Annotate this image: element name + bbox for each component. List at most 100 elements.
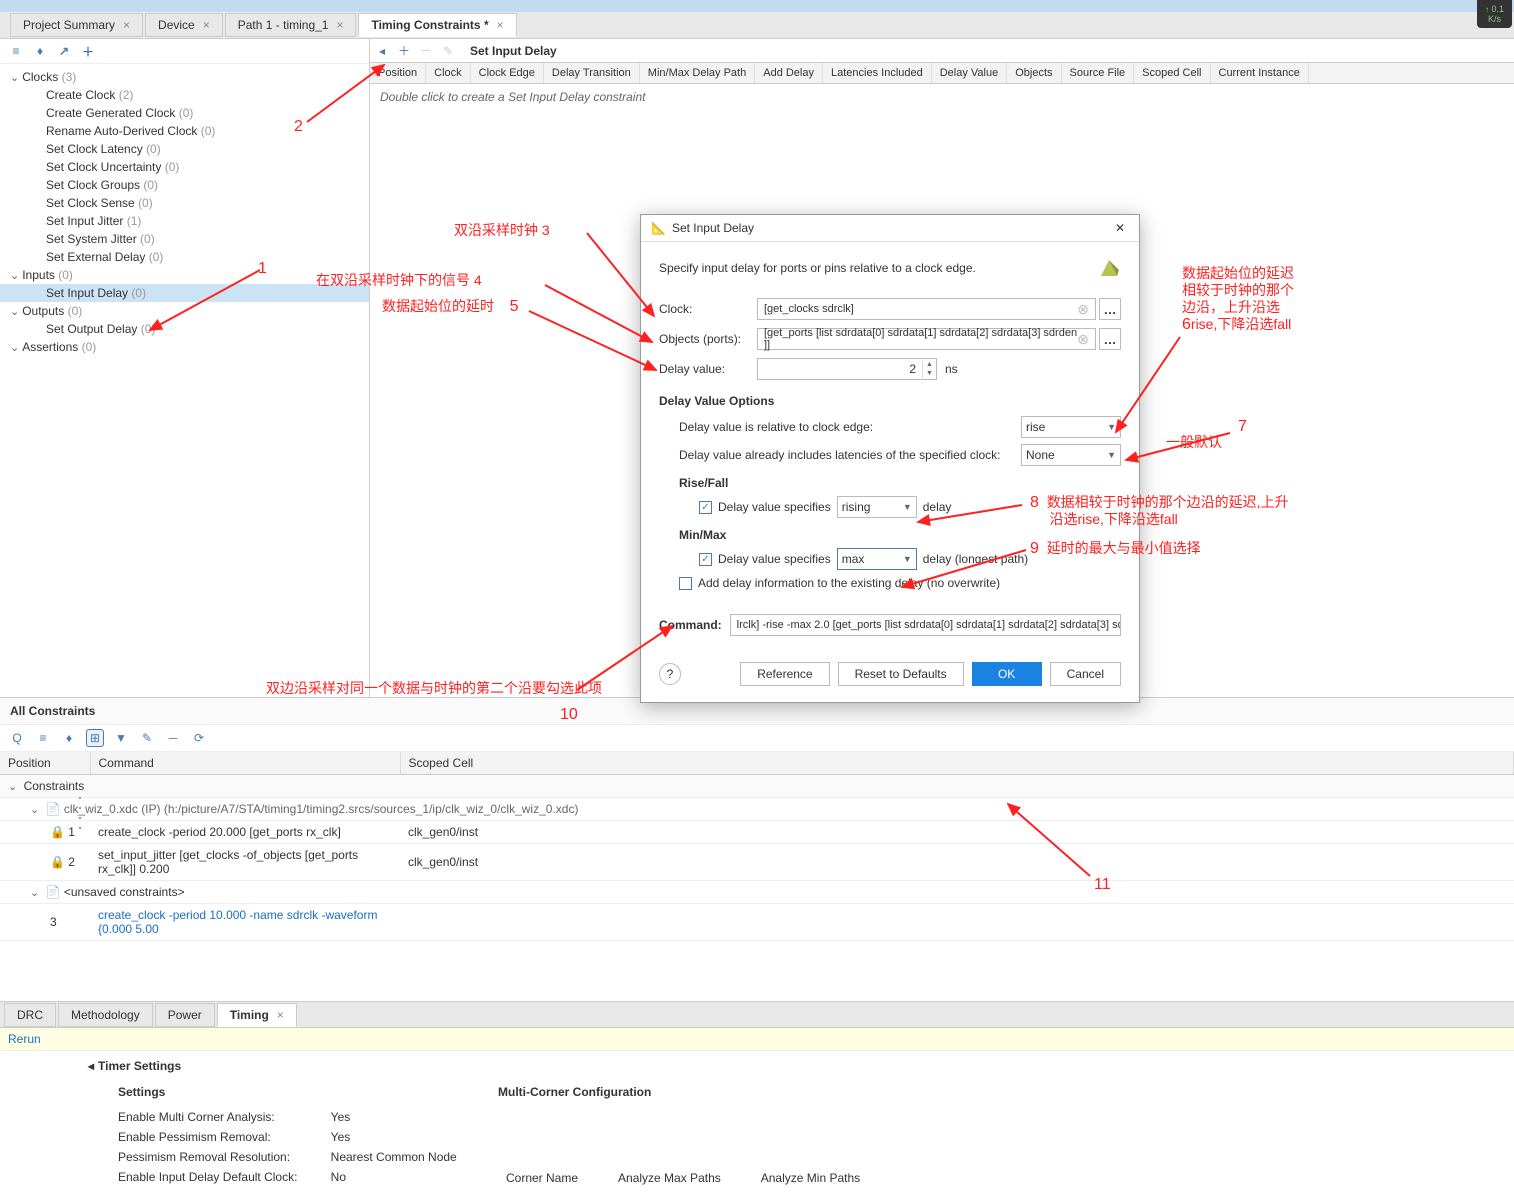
col-delay-val[interactable]: Delay Value <box>932 63 1008 83</box>
filter-icon[interactable]: ▼ <box>112 729 130 747</box>
clear-icon[interactable]: ⊗ <box>1077 331 1089 348</box>
tree-item-rename-auto[interactable]: Rename Auto-Derived Clock (0) <box>0 122 369 140</box>
reset-button[interactable]: Reset to Defaults <box>838 662 964 686</box>
tree-item-set-output-delay[interactable]: Set Output Delay (0) <box>0 320 369 338</box>
close-icon[interactable]: × <box>203 18 210 32</box>
search-icon[interactable]: Q <box>8 729 26 747</box>
col-add-delay[interactable]: Add Delay <box>755 63 823 83</box>
col-clock-edge[interactable]: Clock Edge <box>471 63 544 83</box>
col-minmax[interactable]: Min/Max Delay Path <box>640 63 755 83</box>
tree-group-clocks[interactable]: ⌄Clocks (3) <box>0 68 369 86</box>
tab-project-summary[interactable]: Project Summary× <box>10 13 143 37</box>
tree-item-set-input-delay[interactable]: Set Input Delay (0) <box>0 284 369 302</box>
mcc-col: Analyze Min Paths <box>761 1171 860 1185</box>
tab-drc[interactable]: DRC <box>4 1003 56 1027</box>
tree-item-set-ext-delay[interactable]: Set External Delay (0) <box>0 248 369 266</box>
col-objects[interactable]: Objects <box>1007 63 1061 83</box>
close-icon[interactable]: × <box>123 18 130 32</box>
rise-fall-select[interactable]: rising▼ <box>837 496 917 518</box>
tree-group-inputs[interactable]: ⌄Inputs (0) <box>0 266 369 284</box>
tree-toolbar: ≡ ♦ ↗ ＋ <box>0 39 369 64</box>
browse-button[interactable]: … <box>1099 298 1121 320</box>
spinner[interactable]: ▲▼ <box>922 360 936 378</box>
arrow-left-icon[interactable]: ◂ <box>374 44 390 58</box>
tree-item-create-gen-clock[interactable]: Create Generated Clock (0) <box>0 104 369 122</box>
grid-placeholder[interactable]: Double click to create a Set Input Delay… <box>370 84 1514 110</box>
tree-item-set-uncertainty[interactable]: Set Clock Uncertainty (0) <box>0 158 369 176</box>
add-constraint-icon[interactable]: ＋ <box>396 42 412 59</box>
browse-button[interactable]: … <box>1099 328 1121 350</box>
pin-icon[interactable]: ↗ <box>56 43 72 59</box>
tree-group-assertions[interactable]: ⌄Assertions (0) <box>0 338 369 356</box>
group-icon[interactable]: ⊞ <box>86 729 104 747</box>
tab-methodology[interactable]: Methodology <box>58 1003 153 1027</box>
clock-edge-select[interactable]: rise▼ <box>1021 416 1121 438</box>
col-current-instance[interactable]: Current Instance <box>1211 63 1309 83</box>
col-scoped[interactable]: Scoped Cell <box>400 752 1514 775</box>
timer-settings-panel: ◂Timer Settings Settings Enable Multi Co… <box>0 1051 1514 1199</box>
col-position[interactable]: Position <box>0 752 90 775</box>
close-icon[interactable]: × <box>497 18 504 32</box>
expand-all-icon[interactable]: ♦ <box>32 43 48 59</box>
constraint-tree[interactable]: ⌄Clocks (3) Create Clock (2) Create Gene… <box>0 64 369 697</box>
col-command[interactable]: Command <box>90 752 400 775</box>
latencies-select[interactable]: None▼ <box>1021 444 1121 466</box>
min-max-title: Min/Max <box>679 528 1121 542</box>
tree-item-set-groups[interactable]: Set Clock Groups (0) <box>0 176 369 194</box>
table-row[interactable]: ⌄ 📄 clk_wiz_0.xdc (IP) (h:/picture/A7/ST… <box>0 798 1514 821</box>
col-delay-trans[interactable]: Delay Transition <box>544 63 640 83</box>
col-clock[interactable]: Clock <box>426 63 471 83</box>
tree-item-set-latency[interactable]: Set Clock Latency (0) <box>0 140 369 158</box>
table-row[interactable]: 🔒 1 create_clock -period 20.000 [get_por… <box>0 821 1514 844</box>
tab-power[interactable]: Power <box>155 1003 215 1027</box>
collapse-icon[interactable]: ≡ <box>34 729 52 747</box>
table-row[interactable]: ⌄ 📄 <unsaved constraints> <box>0 881 1514 904</box>
min-max-select[interactable]: max▼ <box>837 548 917 570</box>
tree-group-outputs[interactable]: ⌄Outputs (0) <box>0 302 369 320</box>
table-row[interactable]: 3 create_clock -period 10.000 -name sdrc… <box>0 904 1514 941</box>
col-source-file[interactable]: Source File <box>1062 63 1135 83</box>
dialog-titlebar[interactable]: 📐Set Input Delay ✕ <box>641 215 1139 242</box>
ok-button[interactable]: OK <box>972 662 1042 686</box>
edit-icon[interactable]: ✎ <box>138 729 156 747</box>
remove-constraint-icon[interactable]: － <box>418 42 434 59</box>
tab-path1[interactable]: Path 1 - timing_1× <box>225 13 357 37</box>
col-latencies[interactable]: Latencies Included <box>823 63 932 83</box>
col-scoped-cell[interactable]: Scoped Cell <box>1134 63 1210 83</box>
tree-item-set-sense[interactable]: Set Clock Sense (0) <box>0 194 369 212</box>
refresh-icon[interactable]: ⟳ <box>190 729 208 747</box>
table-row[interactable]: 🔒 2 set_input_jitter [get_clocks -of_obj… <box>0 844 1514 881</box>
close-icon[interactable]: × <box>277 1008 284 1022</box>
close-icon[interactable]: ✕ <box>1111 221 1129 235</box>
reference-button[interactable]: Reference <box>740 662 829 686</box>
objects-input[interactable]: [get_ports [list sdrdata[0] sdrdata[1] s… <box>757 328 1096 350</box>
edit-constraint-icon[interactable]: ✎ <box>440 44 456 58</box>
rise-fall-checkbox[interactable]: ✓ <box>699 501 712 514</box>
expand-icon[interactable]: ♦ <box>60 729 78 747</box>
tree-item-create-clock[interactable]: Create Clock (2) <box>0 86 369 104</box>
remove-icon[interactable]: － <box>164 729 182 747</box>
all-constraints-toolbar: Q ≡ ♦ ⊞ ▼ ✎ － ⟳ <box>0 725 1514 752</box>
delay-value-input[interactable]: 2 ▲▼ <box>757 358 937 380</box>
tab-device[interactable]: Device× <box>145 13 223 37</box>
cancel-button[interactable]: Cancel <box>1050 662 1121 686</box>
chevron-left-icon[interactable]: ◂ <box>88 1059 94 1073</box>
rerun-link[interactable]: Rerun <box>0 1028 1514 1051</box>
tab-timing-constraints[interactable]: Timing Constraints *× <box>358 13 516 37</box>
close-icon[interactable]: × <box>336 18 343 32</box>
clock-input[interactable]: [get_clocks sdrclk]⊗ <box>757 298 1096 320</box>
splitter-handle[interactable] <box>76 793 83 833</box>
help-button[interactable]: ? <box>659 663 681 685</box>
table-group-row[interactable]: ⌄ Constraints <box>0 775 1514 798</box>
col-position[interactable]: Position <box>370 63 426 83</box>
tab-timing[interactable]: Timing× <box>217 1003 297 1027</box>
collapse-all-icon[interactable]: ≡ <box>8 43 24 59</box>
clear-icon[interactable]: ⊗ <box>1077 301 1089 318</box>
speed-indicator: ↑ 0.1K/s <box>1477 0 1512 28</box>
add-delay-checkbox[interactable] <box>679 577 692 590</box>
min-max-checkbox[interactable]: ✓ <box>699 553 712 566</box>
tree-item-set-system-jitter[interactable]: Set System Jitter (0) <box>0 230 369 248</box>
add-icon[interactable]: ＋ <box>80 43 96 59</box>
command-preview[interactable]: lrclk] -rise -max 2.0 [get_ports [list s… <box>730 614 1121 636</box>
tree-item-set-input-jitter[interactable]: Set Input Jitter (1) <box>0 212 369 230</box>
